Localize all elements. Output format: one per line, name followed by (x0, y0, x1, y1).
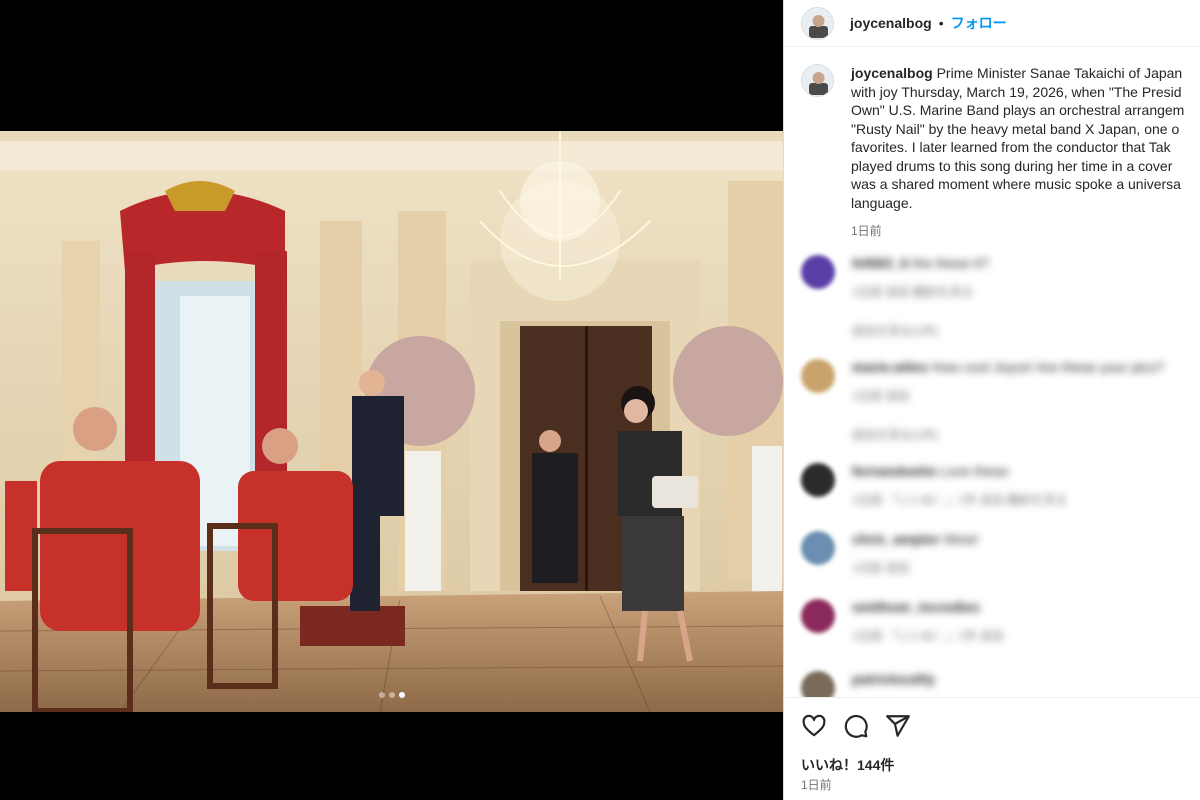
list-item: tt4563_ti the these it? 1日前 返信 翻訳を見る 返信を… (801, 255, 1200, 359)
action-icons (801, 713, 911, 739)
list-item: chris_amplor Wow! 1日前 返信 (801, 531, 1200, 599)
view-replies-link[interactable]: 返信を見る(1件) (852, 426, 1164, 443)
post-time: 1日前 (801, 778, 832, 792)
list-item: smithum_incredies 1日前 「いいね！」1件 返信 (801, 599, 1200, 671)
comment-avatar[interactable] (801, 531, 835, 565)
caption-time: 1日前 (851, 224, 882, 238)
comment-text: How cool Joyce! Are these your pics? (931, 359, 1165, 375)
follow-button[interactable]: フォロー (951, 13, 1007, 33)
comment-meta[interactable]: 1日前 返信 (852, 559, 979, 576)
carousel-indicator[interactable] (0, 692, 783, 698)
comment-text: Wow! (943, 531, 979, 547)
comment-username[interactable]: smithum_incredies (852, 599, 980, 615)
comment-list: tt4563_ti the these it? 1日前 返信 翻訳を見る 返信を… (801, 255, 1200, 711)
carousel-dot-active[interactable] (398, 692, 405, 698)
comment-username[interactable]: tt4563_ti (852, 255, 909, 271)
comment-username[interactable]: fernandoelm (852, 463, 936, 479)
comment-username[interactable]: marie.wiles (852, 359, 928, 375)
media-viewer (0, 0, 783, 800)
comment-icon[interactable] (843, 713, 869, 739)
list-item: fernandoelm Love these 1日前 「いいね！」1件 返信 翻… (801, 463, 1200, 531)
share-icon[interactable] (885, 713, 911, 739)
view-replies-link[interactable]: 返信を見る(1件) (852, 322, 989, 339)
carousel-dot[interactable] (388, 692, 395, 698)
comment-meta[interactable]: 1日前 「いいね！」1件 返信 翻訳を見る (852, 491, 1067, 508)
comment-text: Love these (939, 463, 1009, 479)
post-header: joycenalbog • フォロー (784, 0, 1200, 47)
comment-meta[interactable]: 1日前 返信 (852, 387, 1164, 404)
comment-meta[interactable]: 1日前 返信 翻訳を見る (852, 283, 989, 300)
post-username[interactable]: joycenalbog (850, 15, 932, 31)
caption-username[interactable]: joycenalbog (851, 65, 933, 81)
comment-avatar[interactable] (801, 599, 835, 633)
comment-text: the these it? (912, 255, 989, 271)
post-panel: joycenalbog • フォロー joycenalbog Prime Min… (783, 0, 1200, 800)
comment-username[interactable]: chris_amplor (852, 531, 940, 547)
post-photo[interactable] (0, 131, 783, 712)
comment-avatar[interactable] (801, 255, 835, 289)
separator-dot: • (938, 15, 944, 31)
photo-image (0, 131, 783, 712)
comment-avatar[interactable] (801, 463, 835, 497)
heart-icon[interactable] (801, 713, 827, 739)
comment-avatar[interactable] (801, 359, 835, 393)
post-caption: joycenalbog Prime Minister Sanae Takaich… (801, 64, 1200, 239)
post-actions: いいね！144件 1日前 (784, 697, 1200, 800)
comment-meta[interactable]: 1日前 「いいね！」1件 返信 (852, 627, 1004, 644)
list-item: marie.wiles How cool Joyce! Are these yo… (801, 359, 1200, 463)
caption-avatar[interactable] (801, 64, 834, 97)
caption-body: Prime Minister Sanae Takaichi of Japan w… (851, 65, 1185, 211)
comment-username[interactable]: patricksuttly (852, 671, 935, 687)
avatar[interactable] (801, 6, 834, 40)
like-count[interactable]: いいね！144件 (801, 755, 894, 775)
caption-text: joycenalbog Prime Minister Sanae Takaich… (851, 64, 1200, 212)
carousel-dot[interactable] (378, 692, 385, 698)
